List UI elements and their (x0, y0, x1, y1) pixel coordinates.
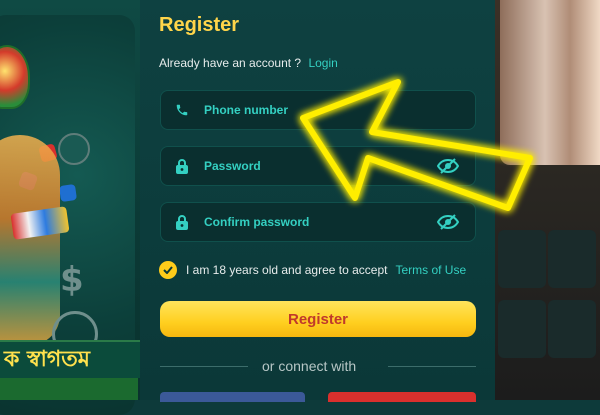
register-button[interactable]: Register (160, 301, 476, 337)
eye-slash-icon[interactable] (436, 158, 460, 174)
login-link[interactable]: Login (308, 56, 337, 70)
confirm-password-placeholder: Confirm password (204, 215, 310, 229)
character-illustration (0, 135, 60, 345)
account-prompt-text: Already have an account ? (159, 56, 302, 70)
terms-of-use-link[interactable]: Terms of Use (395, 263, 466, 277)
age-agreement-text: I am 18 years old and agree to accept (186, 263, 388, 277)
age-agreement-row: I am 18 years old and agree to accept Te… (159, 261, 466, 279)
left-promo-banner: $ ক স্বাগতম (0, 0, 142, 415)
google-connect-button[interactable] (328, 392, 476, 402)
confirm-password-field[interactable]: Confirm password (160, 202, 476, 242)
eye-slash-icon[interactable] (436, 214, 460, 230)
chip-icon (58, 133, 90, 165)
dollar-icon: $ (60, 260, 84, 300)
blue-dice-icon (58, 183, 78, 203)
game-tile (498, 230, 546, 288)
lock-icon (174, 214, 190, 230)
phone-number-field[interactable]: Phone number (160, 90, 476, 130)
welcome-banner-text: ক স্বাগতম (0, 340, 142, 378)
promo-photo (500, 0, 600, 165)
lock-icon (174, 158, 190, 174)
password-placeholder: Password (204, 159, 261, 173)
divider-left (160, 366, 248, 367)
connect-with-text: or connect with (262, 358, 357, 374)
phone-number-placeholder: Phone number (204, 103, 289, 117)
game-tile (548, 300, 596, 358)
divider-right (388, 366, 476, 367)
checkmark-icon (163, 266, 173, 274)
age-agreement-checkbox[interactable] (159, 261, 177, 279)
phone-icon (174, 102, 190, 118)
account-prompt-row: Already have an account ? Login (159, 56, 338, 70)
casino-logo-icon (0, 45, 30, 109)
game-tile (548, 230, 596, 288)
password-field[interactable]: Password (160, 146, 476, 186)
page-title: Register (159, 14, 240, 36)
banner-footer-strip (0, 378, 138, 400)
facebook-connect-button[interactable] (160, 392, 305, 402)
game-tile (498, 300, 546, 358)
